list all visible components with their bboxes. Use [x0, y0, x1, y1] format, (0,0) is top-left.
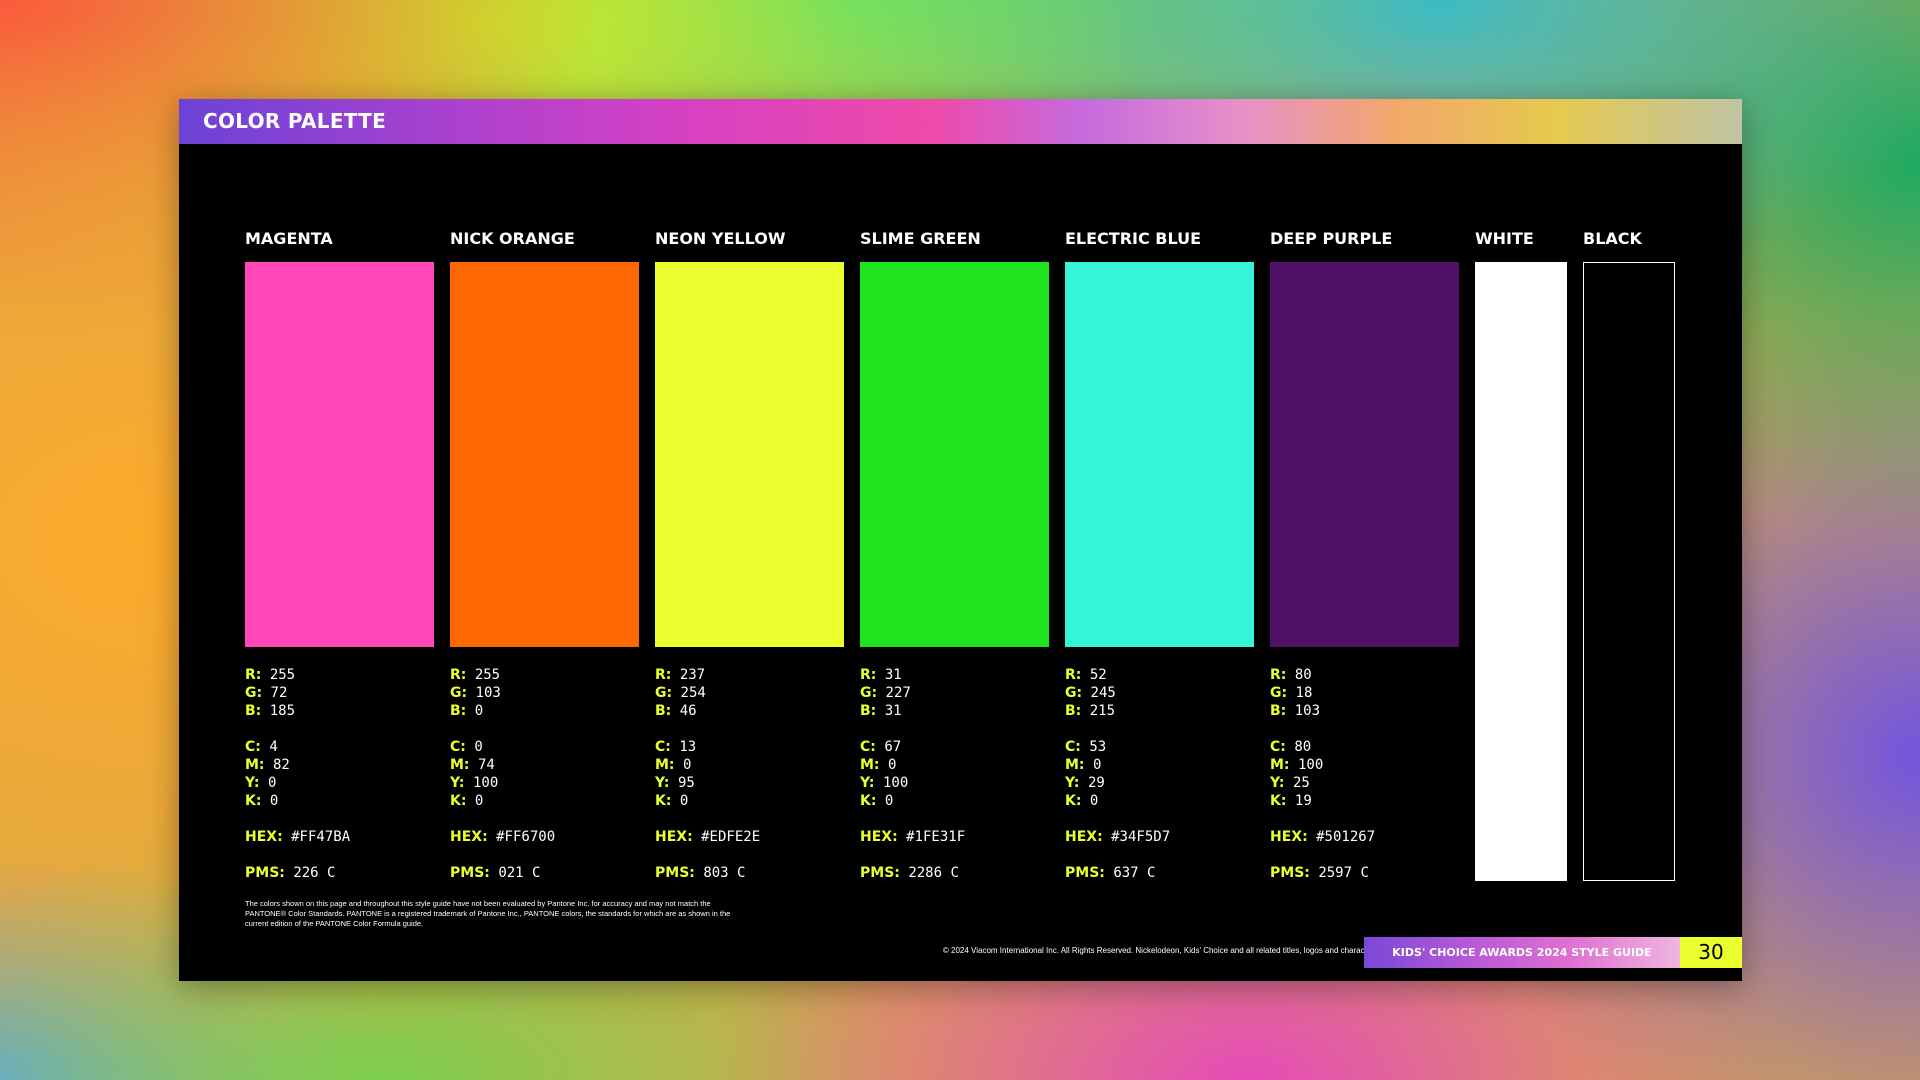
cmyk-c-value: 80: [1294, 739, 1312, 755]
rgb-r-value: 52: [1089, 667, 1107, 683]
color-swatch: [1475, 262, 1567, 881]
color-name: NICK ORANGE: [450, 229, 575, 248]
cmyk-c-value: 53: [1089, 739, 1107, 755]
pms-value: 803 C: [703, 865, 746, 881]
color-specs: R: 237 G: 254 B: 46 C: 13 M: 0 Y: 95 K: …: [655, 667, 761, 881]
cmyk-m-value: 82: [272, 757, 290, 773]
rgb-b-value: 103: [1294, 703, 1321, 719]
rgb-g-value: 245: [1090, 685, 1116, 701]
color-swatch: [860, 262, 1049, 647]
page-number: 30: [1680, 937, 1742, 968]
hex-value: #FF6700: [496, 829, 556, 845]
cmyk-m-value: 74: [477, 757, 495, 773]
rgb-b-value: 0: [474, 703, 484, 719]
color-specs: R: 255 G: 72 B: 185 C: 4 M: 82 Y: 0 K: 0…: [245, 667, 351, 881]
page-title: COLOR PALETTE: [203, 109, 387, 133]
color-name: SLIME GREEN: [860, 229, 981, 248]
color-swatch: [245, 262, 434, 647]
color-name: NEON YELLOW: [655, 229, 786, 248]
hex-value: #1FE31F: [906, 829, 966, 845]
cmyk-m-value: 0: [1092, 757, 1102, 773]
cmyk-y-value: 95: [677, 775, 695, 791]
rgb-r-value: 31: [884, 667, 902, 683]
rgb-r-value: 255: [269, 667, 296, 683]
cmyk-y-value: 29: [1087, 775, 1105, 791]
rgb-r-value: 80: [1294, 667, 1312, 683]
rgb-r-value: 255: [474, 667, 501, 683]
cmyk-y-value: 100: [882, 775, 909, 791]
hex-value: #34F5D7: [1111, 829, 1171, 845]
color-swatch: [450, 262, 639, 647]
pms-value: 2286 C: [908, 865, 959, 881]
cmyk-k-value: 0: [679, 793, 689, 809]
rgb-b-value: 185: [269, 703, 296, 719]
rgb-b-value: 46: [679, 703, 697, 719]
cmyk-y-value: 100: [472, 775, 499, 791]
hex-value: #EDFE2E: [701, 829, 761, 845]
cmyk-k-value: 0: [1089, 793, 1099, 809]
rgb-g-value: 18: [1295, 685, 1313, 701]
color-name: DEEP PURPLE: [1270, 229, 1393, 248]
cmyk-k-value: 19: [1294, 793, 1312, 809]
color-specs: R: 255 G: 103 B: 0 C: 0 M: 74 Y: 100 K: …: [450, 667, 556, 881]
color-name: MAGENTA: [245, 229, 333, 248]
pms-value: 2597 C: [1318, 865, 1369, 881]
style-guide-page: COLOR PALETTE MAGENTA R: 255 G: 72 B: 18…: [179, 99, 1742, 981]
color-name: WHITE: [1475, 229, 1534, 248]
rgb-r-value: 237: [679, 667, 706, 683]
style-guide-title: KIDS' CHOICE AWARDS 2024 STYLE GUIDE: [1364, 937, 1680, 968]
cmyk-y-value: 25: [1292, 775, 1310, 791]
color-specs: R: 31 G: 227 B: 31 C: 67 M: 0 Y: 100 K: …: [860, 667, 966, 881]
pantone-disclaimer: The colors shown on this page and throug…: [245, 899, 731, 928]
color-name: BLACK: [1583, 229, 1642, 248]
pms-value: 021 C: [498, 865, 541, 881]
pms-value: 637 C: [1113, 865, 1156, 881]
cmyk-y-value: 0: [267, 775, 277, 791]
rgb-g-value: 254: [680, 685, 706, 701]
color-swatch: [655, 262, 844, 647]
color-swatch: [1583, 262, 1675, 881]
color-specs: R: 52 G: 245 B: 215 C: 53 M: 0 Y: 29 K: …: [1065, 667, 1171, 881]
cmyk-c-value: 0: [474, 739, 483, 755]
cmyk-c-value: 13: [679, 739, 697, 755]
rgb-g-value: 72: [270, 685, 288, 701]
cmyk-m-value: 0: [682, 757, 692, 773]
pms-value: 226 C: [293, 865, 336, 881]
cmyk-k-value: 0: [269, 793, 279, 809]
cmyk-k-value: 0: [474, 793, 484, 809]
color-swatch: [1270, 262, 1459, 647]
cmyk-m-value: 100: [1297, 757, 1324, 773]
rgb-g-value: 227: [885, 685, 911, 701]
color-name: ELECTRIC BLUE: [1065, 229, 1202, 248]
cmyk-m-value: 0: [887, 757, 897, 773]
cmyk-c-value: 67: [884, 739, 902, 755]
hex-value: #FF47BA: [291, 829, 351, 845]
cmyk-k-value: 0: [884, 793, 894, 809]
color-swatch: [1065, 262, 1254, 647]
rgb-b-value: 215: [1089, 703, 1116, 719]
rgb-g-value: 103: [475, 685, 501, 701]
color-specs: R: 80 G: 18 B: 103 C: 80 M: 100 Y: 25 K:…: [1270, 667, 1376, 881]
hex-value: #501267: [1316, 829, 1376, 845]
cmyk-c-value: 4: [269, 739, 278, 755]
page-header: COLOR PALETTE: [179, 99, 1742, 144]
rgb-b-value: 31: [884, 703, 902, 719]
